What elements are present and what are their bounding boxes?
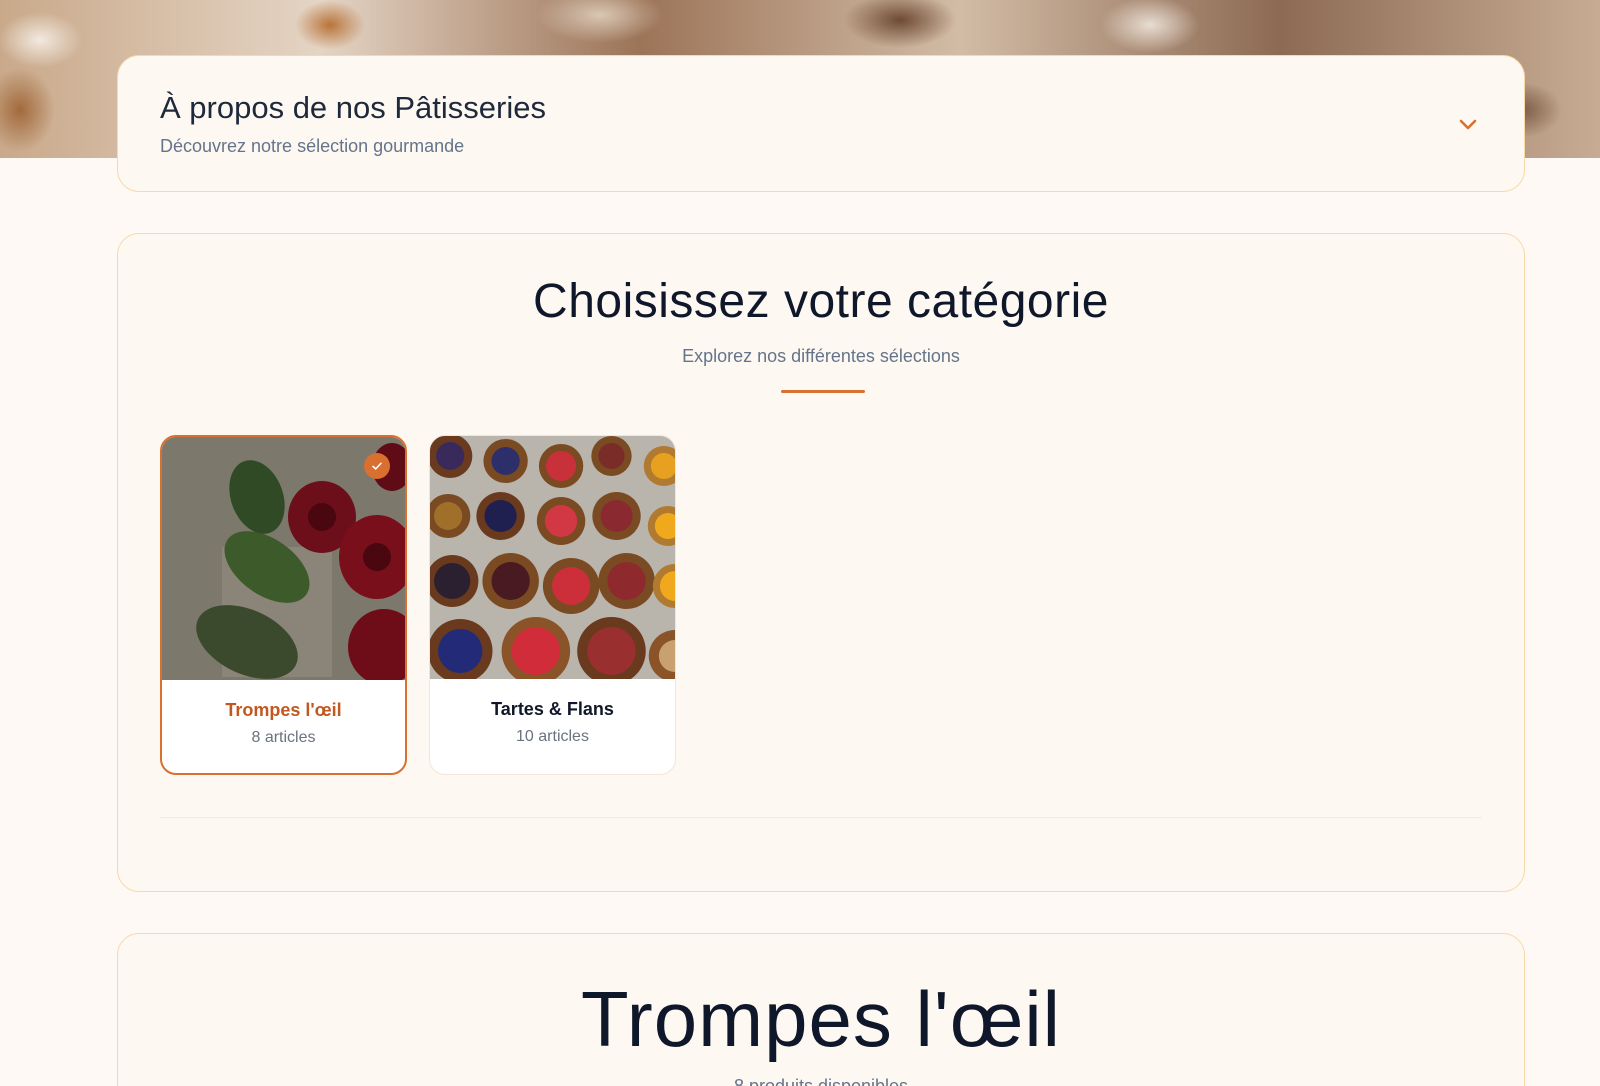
category-tile-label: Trompes l'œil <box>225 700 342 720</box>
category-tile-count: 8 articles <box>251 729 316 746</box>
category-tile-count: 10 articles <box>516 728 589 745</box>
about-section[interactable]: À propos de nos Pâtisseries Découvrez no… <box>117 55 1525 192</box>
check-icon <box>364 453 390 479</box>
category-tile-label: Tartes & Flans <box>491 699 614 719</box>
selected-category-subtitle: 8 produits disponibles <box>733 1076 909 1086</box>
category-tile-trompes-loeil[interactable]: Trompes l'œil 8 articles <box>160 435 407 775</box>
category-section-subtitle: Explorez nos différentes sélections <box>682 346 960 366</box>
page: À propos de nos Pâtisseries Découvrez no… <box>0 0 1600 1086</box>
fruit-tarts-photo <box>430 436 675 679</box>
about-subtitle: Découvrez notre sélection gourmande <box>160 136 465 156</box>
category-tile-tartes-flans[interactable]: Tartes & Flans 10 articles <box>429 435 676 775</box>
category-section: Choisissez votre catégorie Explorez nos … <box>117 233 1525 892</box>
selected-category-section: Trompes l'œil 8 produits disponibles <box>117 933 1525 1086</box>
chevron-down-icon[interactable] <box>1456 112 1480 136</box>
selected-category-title: Trompes l'œil <box>580 975 1061 1063</box>
about-title: À propos de nos Pâtisseries <box>160 90 546 125</box>
category-section-title: Choisissez votre catégorie <box>533 275 1109 328</box>
title-underline <box>781 390 865 393</box>
divider <box>160 817 1482 818</box>
